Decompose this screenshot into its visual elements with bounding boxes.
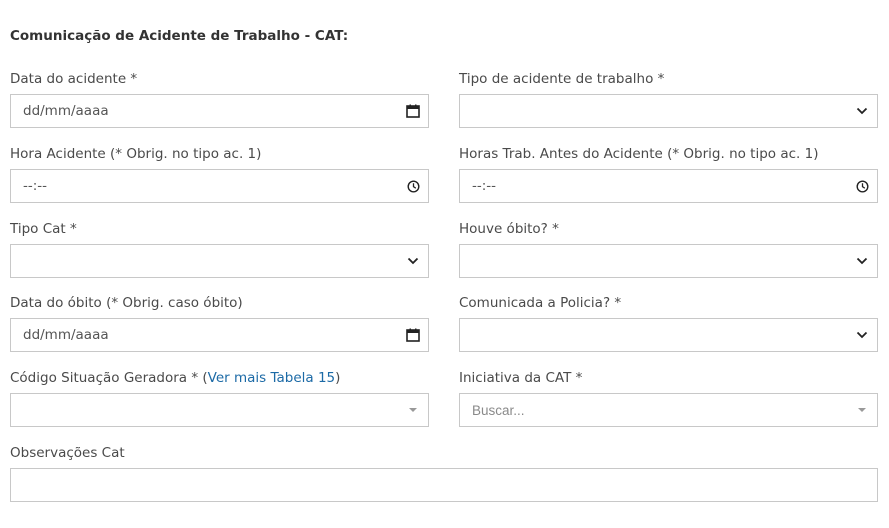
label-observacoes: Observações Cat — [10, 445, 125, 461]
label-horas-trab: Horas Trab. Antes do Acidente (* Obrig. … — [459, 146, 819, 162]
date-input-value: dd/mm/aaaa — [23, 103, 109, 119]
label-data-acidente: Data do acidente * — [10, 71, 138, 87]
field-iniciativa-cat: Iniciativa da CAT * Buscar... — [459, 369, 878, 427]
observacoes-input[interactable] — [10, 468, 878, 502]
field-horas-trab: Horas Trab. Antes do Acidente (* Obrig. … — [459, 145, 878, 203]
label-data-obito: Data do óbito (* Obrig. caso óbito) — [10, 295, 243, 311]
date-input-data-obito[interactable]: dd/mm/aaaa — [10, 318, 429, 352]
field-tipo-acidente: Tipo de acidente de trabalho * — [459, 70, 878, 128]
field-codigo-situacao: Código Situação Geradora * (Ver mais Tab… — [10, 369, 429, 427]
search-placeholder: Buscar... — [472, 402, 525, 418]
select-comunicada-policia[interactable] — [459, 318, 878, 352]
label-codigo-situacao-prefix: Código Situação Geradora * ( — [10, 370, 208, 386]
form-title: Comunicação de Acidente de Trabalho - CA… — [10, 28, 349, 44]
chevron-down-icon — [847, 257, 877, 265]
link-ver-mais-tabela-15[interactable]: Ver mais Tabela 15 — [208, 370, 336, 386]
field-hora-acidente: Hora Acidente (* Obrig. no tipo ac. 1) -… — [10, 145, 429, 203]
caret-down-icon — [847, 407, 877, 413]
field-houve-obito: Houve óbito? * — [459, 220, 878, 278]
label-tipo-cat: Tipo Cat * — [10, 221, 77, 237]
chevron-down-icon — [398, 257, 428, 265]
select-houve-obito[interactable] — [459, 244, 878, 278]
label-codigo-situacao: Código Situação Geradora * (Ver mais Tab… — [10, 369, 429, 387]
label-codigo-situacao-suffix: ) — [335, 370, 341, 386]
field-comunicada-policia: Comunicada a Policia? * — [459, 294, 878, 352]
field-observacoes: Observações Cat — [10, 444, 878, 502]
select-codigo-situacao[interactable] — [10, 393, 429, 427]
time-input-value: --:-- — [472, 178, 497, 194]
label-tipo-acidente: Tipo de acidente de trabalho * — [459, 71, 665, 87]
field-tipo-cat: Tipo Cat * — [10, 220, 429, 278]
label-iniciativa-cat: Iniciativa da CAT * — [459, 370, 583, 386]
calendar-icon[interactable] — [398, 104, 428, 118]
caret-down-icon — [398, 407, 428, 413]
label-hora-acidente: Hora Acidente (* Obrig. no tipo ac. 1) — [10, 146, 262, 162]
search-select-iniciativa-cat[interactable]: Buscar... — [459, 393, 878, 427]
chevron-down-icon — [847, 331, 877, 339]
date-input-value: dd/mm/aaaa — [23, 327, 109, 343]
calendar-icon[interactable] — [398, 328, 428, 342]
label-comunicada-policia: Comunicada a Policia? * — [459, 295, 622, 311]
field-data-obito: Data do óbito (* Obrig. caso óbito) dd/m… — [10, 294, 429, 352]
select-tipo-cat[interactable] — [10, 244, 429, 278]
time-input-horas-trab[interactable]: --:-- — [459, 169, 878, 203]
clock-icon[interactable] — [847, 179, 877, 193]
chevron-down-icon — [847, 107, 877, 115]
date-input-data-acidente[interactable]: dd/mm/aaaa — [10, 94, 429, 128]
select-tipo-acidente[interactable] — [459, 94, 878, 128]
field-data-acidente: Data do acidente * dd/mm/aaaa — [10, 70, 429, 128]
clock-icon[interactable] — [398, 179, 428, 193]
time-input-hora-acidente[interactable]: --:-- — [10, 169, 429, 203]
time-input-value: --:-- — [23, 178, 48, 194]
label-houve-obito: Houve óbito? * — [459, 221, 559, 237]
